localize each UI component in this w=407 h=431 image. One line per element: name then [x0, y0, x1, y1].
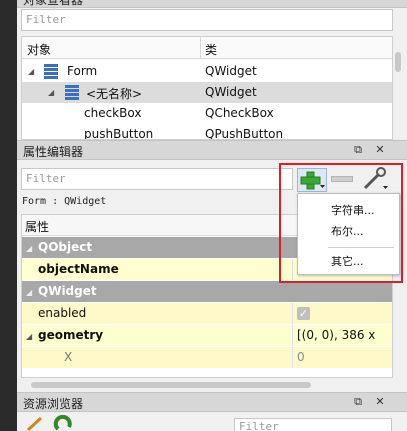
collapse-arrow-icon[interactable]: ◢ [48, 88, 54, 97]
close-icon[interactable]: ✕ [374, 144, 386, 156]
property-value[interactable]: 0 [297, 350, 305, 364]
object-inspector-titlebar[interactable]: 对象查看器 [17, 0, 407, 8]
annotation-highlight-box [279, 163, 403, 283]
tree-row-class: QCheckBox [205, 106, 274, 120]
collapse-arrow-icon[interactable]: ◢ [26, 244, 32, 253]
category-label: QObject [38, 240, 93, 254]
tree-row-class: QPushButton [205, 127, 284, 140]
tree-row-checkbox[interactable]: checkBox QCheckBox [22, 103, 392, 124]
collapse-arrow-icon[interactable]: ◢ [26, 288, 32, 297]
object-inspector-panel: 对象查看器 Filter 对象 类 ◢ Form QWidget ◢ <无名称>… [17, 0, 407, 140]
tree-row-object: pushButton [84, 127, 154, 140]
object-filter-input[interactable]: Filter [21, 9, 393, 31]
property-row-enabled[interactable]: enabled ✓ [22, 303, 392, 324]
property-column-header[interactable]: 属性 [25, 218, 49, 235]
float-icon[interactable]: ⧉ [352, 144, 364, 156]
object-column-header[interactable]: 对象 [27, 41, 51, 58]
tree-row-object: <无名称> [86, 87, 143, 101]
tree-row-unnamed[interactable]: ◢ <无名称> QWidget [22, 82, 392, 103]
property-name: enabled [38, 306, 87, 320]
resource-browser-panel: 资源浏览器 ⧉ ✕ Filter [17, 392, 407, 431]
float-icon[interactable]: ⧉ [352, 396, 364, 408]
tree-row-pushbutton[interactable]: pushButton QPushButton [22, 124, 392, 140]
object-tree-header: 对象 类 [22, 37, 392, 59]
reload-icon[interactable] [53, 415, 75, 431]
tree-row-class: QWidget [205, 64, 257, 78]
layout-icon [65, 84, 79, 100]
property-name: geometry [38, 328, 104, 342]
object-inspector-title: 对象查看器 [23, 0, 84, 7]
object-tree-scrollbar[interactable] [395, 52, 401, 72]
tree-row-object: Form [67, 64, 98, 78]
property-name: objectName [38, 262, 119, 276]
tree-row-form[interactable]: ◢ Form QWidget [22, 61, 392, 82]
collapse-arrow-icon[interactable]: ◢ [28, 67, 34, 76]
category-row-qwidget[interactable]: ◢ QWidget [22, 281, 392, 302]
object-path-label: Form : QWidget [22, 196, 107, 207]
close-icon[interactable]: ✕ [374, 396, 386, 408]
form-icon [44, 63, 58, 79]
property-editor-title: 属性编辑器 [23, 145, 84, 159]
property-value[interactable]: [(0, 0), 386 x [297, 328, 375, 342]
property-editor-titlebar[interactable]: 属性编辑器 ⧉ ✕ [17, 140, 407, 160]
class-column-header[interactable]: 类 [205, 41, 217, 58]
resource-filter-input[interactable]: Filter [234, 418, 392, 431]
object-tree: 对象 类 ◢ Form QWidget ◢ <无名称> QWidget chec… [21, 36, 393, 140]
tree-row-class: QWidget [205, 85, 257, 99]
category-label: QWidget [38, 284, 97, 298]
collapse-arrow-icon[interactable]: ◢ [26, 332, 32, 341]
property-row-geometry[interactable]: ◢ geometry [(0, 0), 386 x [22, 325, 392, 346]
resource-browser-title: 资源浏览器 [23, 397, 84, 411]
property-table-hscrollbar[interactable] [21, 379, 393, 391]
resource-browser-titlebar[interactable]: 资源浏览器 ⧉ ✕ [17, 392, 407, 412]
property-name: X [64, 350, 73, 364]
tree-row-object: checkBox [84, 106, 142, 120]
edit-resources-icon[interactable] [25, 416, 47, 431]
enabled-checkbox[interactable]: ✓ [297, 307, 310, 320]
property-filter-input[interactable]: Filter [21, 168, 293, 190]
property-row-x[interactable]: X 0 [22, 347, 392, 368]
